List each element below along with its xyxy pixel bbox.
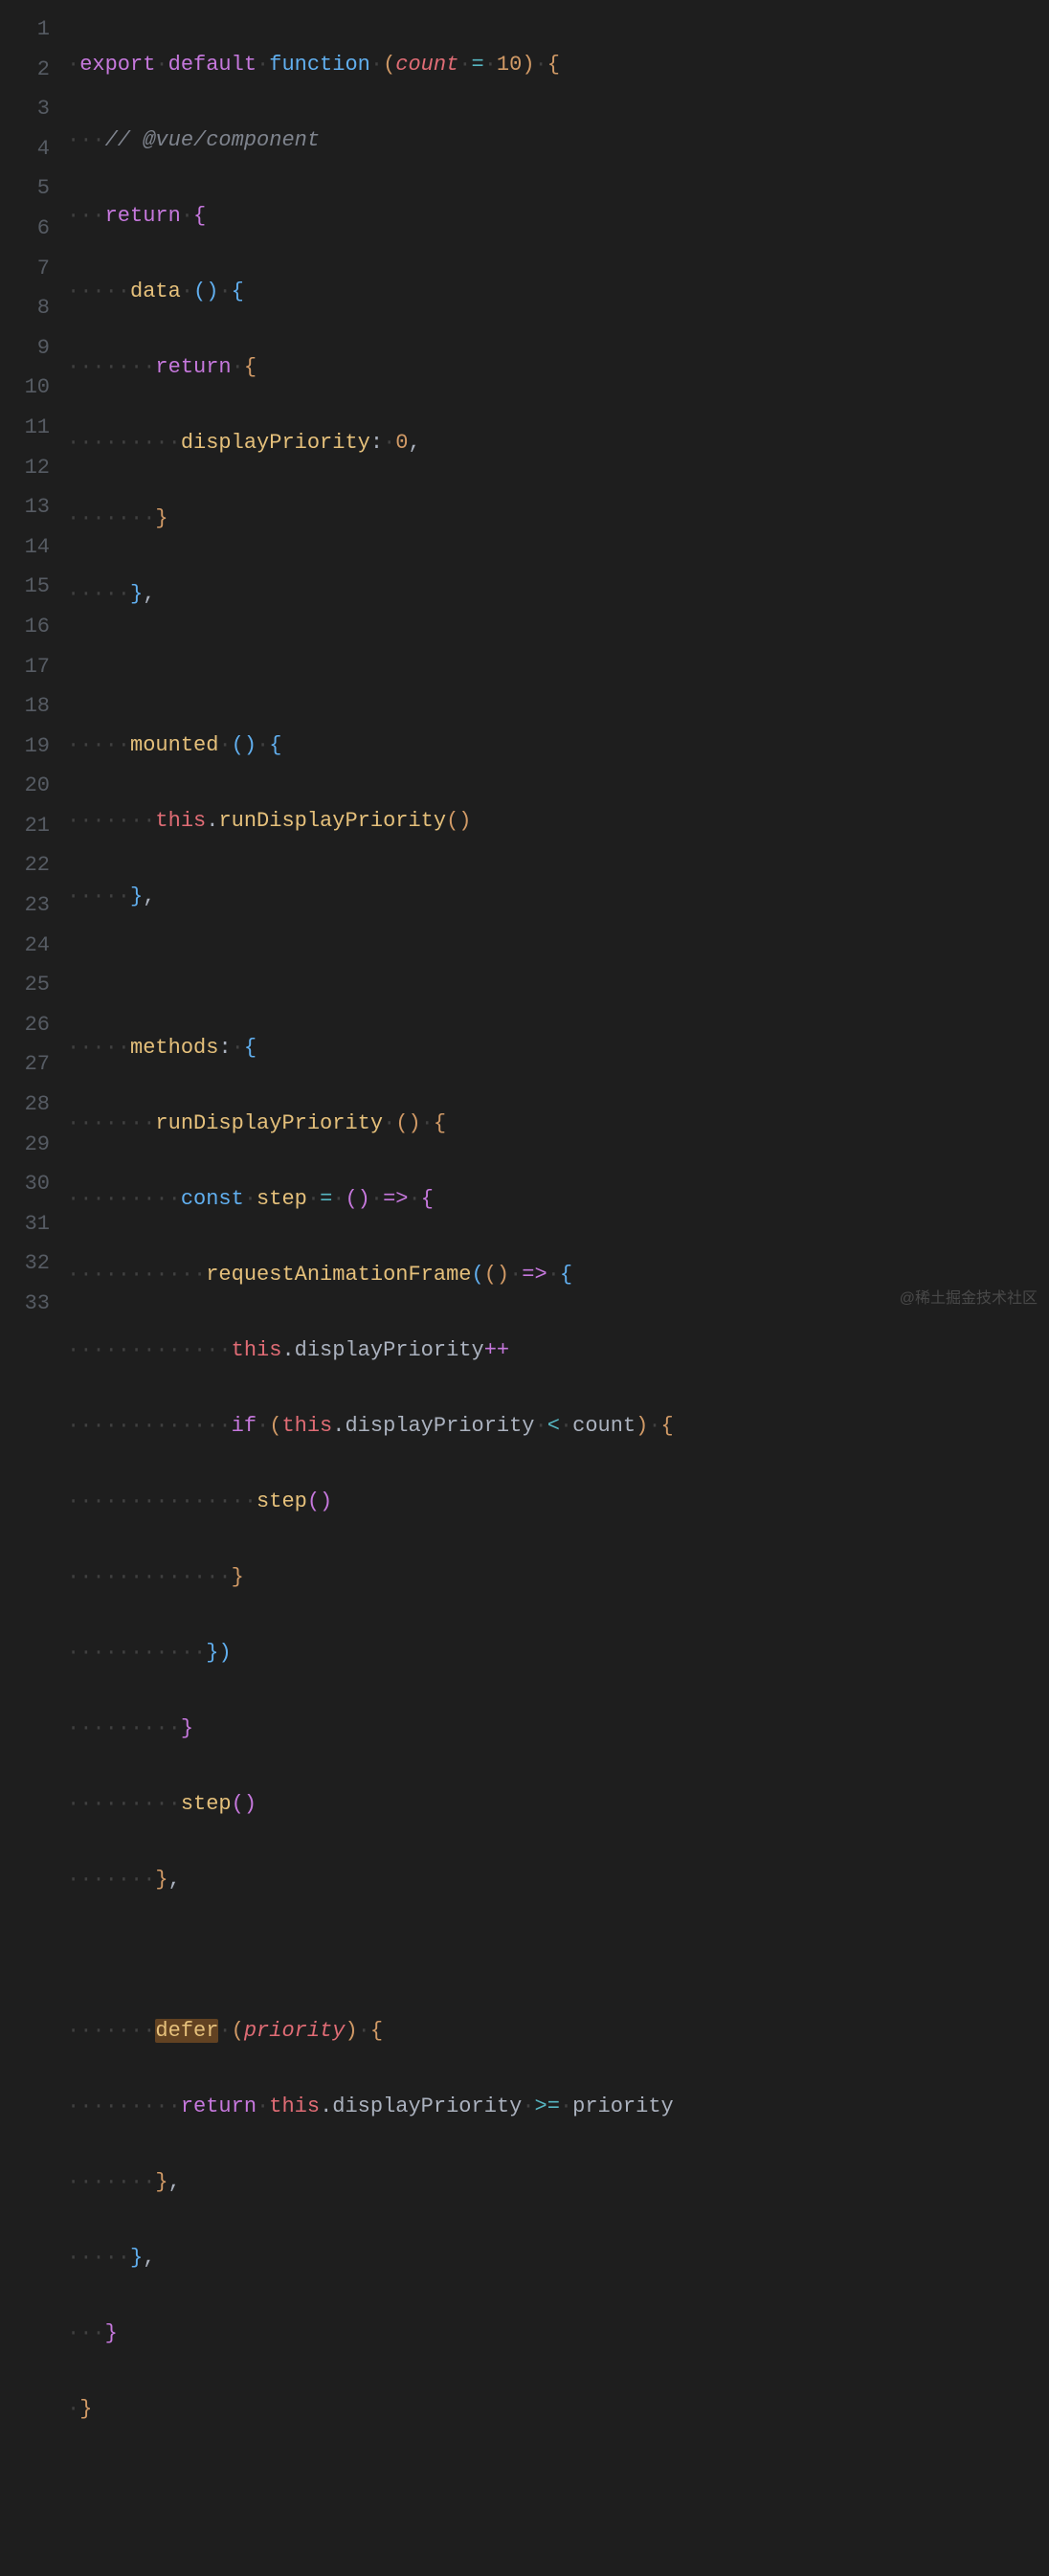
line-number: 19 <box>0 727 50 767</box>
line-number: 32 <box>0 1243 50 1284</box>
line-number: 29 <box>0 1125 50 1165</box>
line-number: 1 <box>0 10 50 50</box>
code-line[interactable]: ·······this.runDisplayPriority() <box>67 801 1049 841</box>
code-line[interactable] <box>67 1936 1049 1976</box>
code-line[interactable]: ·····methods:·{ <box>67 1028 1049 1068</box>
line-number: 12 <box>0 448 50 488</box>
line-number: 26 <box>0 1005 50 1045</box>
line-number: 24 <box>0 926 50 966</box>
code-line[interactable] <box>67 650 1049 690</box>
code-line[interactable]: ·} <box>67 2389 1049 2430</box>
line-number: 33 <box>0 1284 50 1324</box>
code-line[interactable]: ·····}, <box>67 574 1049 615</box>
line-number: 23 <box>0 885 50 926</box>
line-number: 6 <box>0 209 50 249</box>
code-line[interactable]: ···return·{ <box>67 196 1049 236</box>
code-line[interactable]: ·······defer·(priority)·{ <box>67 2011 1049 2051</box>
line-number: 18 <box>0 686 50 727</box>
code-line[interactable]: ·export·default·function·(count·=·10)·{ <box>67 45 1049 85</box>
line-number: 28 <box>0 1085 50 1125</box>
watermark: @稀土掘金技术社区 <box>900 1286 1038 1311</box>
code-line[interactable]: ·····data·()·{ <box>67 272 1049 312</box>
line-number: 22 <box>0 845 50 885</box>
line-number: 27 <box>0 1044 50 1085</box>
code-line[interactable]: ·······}, <box>67 1860 1049 1900</box>
code-line[interactable]: ·····mounted·()·{ <box>67 726 1049 766</box>
line-number: 7 <box>0 249 50 289</box>
line-number: 9 <box>0 328 50 369</box>
line-number: 14 <box>0 527 50 568</box>
code-editor: 1 2 3 4 5 6 7 8 9 10 11 12 13 14 15 16 1… <box>0 0 1049 2576</box>
line-number: 4 <box>0 129 50 169</box>
line-number: 31 <box>0 1204 50 1244</box>
code-line[interactable]: ·········return·this.displayPriority·>=·… <box>67 2087 1049 2127</box>
line-number: 16 <box>0 607 50 647</box>
highlighted-token: defer <box>155 2019 218 2043</box>
code-line[interactable]: ···// @vue/component <box>67 121 1049 161</box>
line-number: 11 <box>0 408 50 448</box>
code-line[interactable]: ···} <box>67 2314 1049 2354</box>
line-number: 30 <box>0 1164 50 1204</box>
line-number: 8 <box>0 288 50 328</box>
line-number: 5 <box>0 168 50 209</box>
code-line[interactable]: ·······}, <box>67 2162 1049 2203</box>
code-line[interactable]: ·········const·step·=·()·=>·{ <box>67 1179 1049 1220</box>
code-line[interactable]: ·············if·(this.displayPriority·<·… <box>67 1406 1049 1446</box>
line-number: 10 <box>0 368 50 408</box>
code-line[interactable]: ·····}, <box>67 877 1049 917</box>
line-number: 3 <box>0 89 50 129</box>
code-line[interactable]: ·····}, <box>67 2238 1049 2278</box>
code-line[interactable]: ·······} <box>67 499 1049 539</box>
line-number: 25 <box>0 965 50 1005</box>
line-number-gutter: 1 2 3 4 5 6 7 8 9 10 11 12 13 14 15 16 1… <box>0 10 67 2576</box>
code-line[interactable]: ···········}) <box>67 1633 1049 1673</box>
line-number: 15 <box>0 567 50 607</box>
code-line[interactable]: ···············step() <box>67 1482 1049 1522</box>
code-line[interactable] <box>67 2465 1049 2505</box>
code-line[interactable]: ·······runDisplayPriority·()·{ <box>67 1104 1049 1144</box>
code-line[interactable]: ·········displayPriority:·0, <box>67 423 1049 463</box>
code-line[interactable] <box>67 952 1049 993</box>
code-line[interactable]: ·········} <box>67 1709 1049 1749</box>
line-number: 21 <box>0 806 50 846</box>
code-line[interactable]: ·············this.displayPriority++ <box>67 1331 1049 1371</box>
line-number: 17 <box>0 647 50 687</box>
code-line[interactable]: ·············} <box>67 1557 1049 1598</box>
code-line[interactable]: ·······return·{ <box>67 347 1049 388</box>
line-number: 20 <box>0 766 50 806</box>
code-line[interactable]: ·········step() <box>67 1784 1049 1825</box>
line-number: 2 <box>0 50 50 90</box>
line-number: 13 <box>0 487 50 527</box>
